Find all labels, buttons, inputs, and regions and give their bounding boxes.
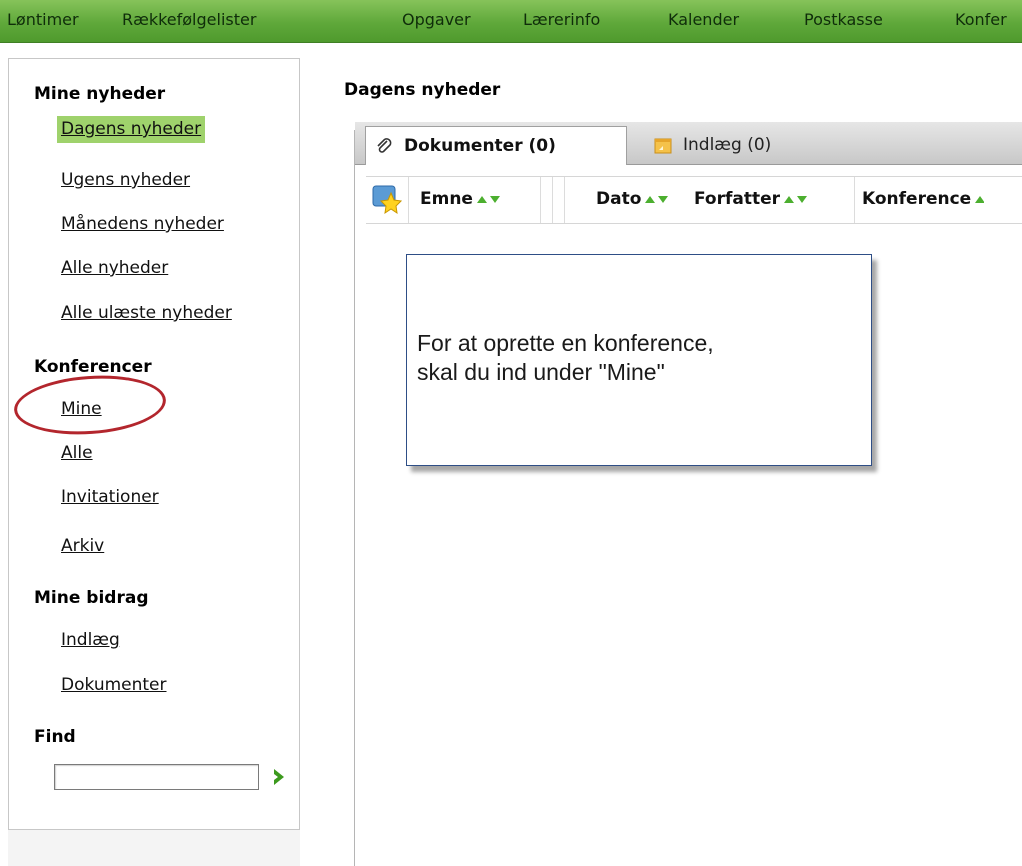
sort-arrows-icon[interactable] <box>974 189 986 209</box>
sidebar-heading-find: Find <box>34 727 76 747</box>
sidebar-link-ugens-nyheder[interactable]: Ugens nyheder <box>61 170 190 190</box>
sidebar-footer <box>8 830 300 866</box>
tab-dokumenter[interactable]: Dokumenter (0) <box>365 126 627 165</box>
table-header: Emne Dato Forfatter Konference <box>366 176 1022 224</box>
sidebar-link-indlaeg[interactable]: Indlæg <box>61 630 120 650</box>
note-icon <box>653 135 673 155</box>
sidebar-heading-news: Mine nyheder <box>34 84 166 104</box>
paperclip-icon <box>374 136 394 156</box>
nav-item-opgaver[interactable]: Opgaver <box>402 10 471 29</box>
tab-dokumenter-label: Dokumenter (0) <box>404 136 556 156</box>
tab-indlaeg[interactable]: Indlæg (0) <box>645 124 865 166</box>
nav-item-konferencer[interactable]: Konfer <box>955 10 1007 29</box>
column-konference[interactable]: Konference <box>862 189 986 209</box>
sidebar-link-mine[interactable]: Mine <box>61 399 102 419</box>
find-input[interactable] <box>54 764 259 790</box>
sidebar-heading-contributions: Mine bidrag <box>34 588 149 608</box>
sidebar-link-alle-ulaeste-nyheder[interactable]: Alle ulæste nyheder <box>61 303 232 323</box>
sort-arrows-icon[interactable] <box>644 189 670 209</box>
sidebar-link-maanedens-nyheder[interactable]: Månedens nyheder <box>61 214 224 234</box>
sidebar-heading-conferences: Konferencer <box>34 357 152 377</box>
callout-line-1: For at oprette en konference, <box>417 330 714 356</box>
sidebar-link-alle[interactable]: Alle <box>61 443 93 463</box>
column-forfatter[interactable]: Forfatter <box>694 189 809 209</box>
instruction-callout: For at oprette en konference, skal du in… <box>406 254 872 466</box>
nav-item-lontimer[interactable]: Løntimer <box>7 10 79 29</box>
top-navigation-bar: Løntimer Rækkefølgelister Opgaver Læreri… <box>0 0 1022 43</box>
tab-indlaeg-label: Indlæg (0) <box>683 135 772 155</box>
tab-bar: Dokumenter (0) Indlæg (0) <box>355 122 1022 165</box>
sidebar-link-alle-nyheder[interactable]: Alle nyheder <box>61 258 168 278</box>
sidebar-link-dagens-nyheder[interactable]: Dagens nyheder <box>57 116 206 143</box>
sort-arrows-icon[interactable] <box>783 189 809 209</box>
sidebar-link-dokumenter[interactable]: Dokumenter <box>61 675 167 695</box>
nav-item-kalender[interactable]: Kalender <box>668 10 739 29</box>
page-title: Dagens nyheder <box>344 80 501 100</box>
nav-item-laererinfo[interactable]: Lærerinfo <box>523 10 600 29</box>
callout-line-2: skal du ind under "Mine" <box>417 359 665 385</box>
callout-text: For at oprette en konference, skal du in… <box>417 329 857 387</box>
nav-item-raekkefolgelister[interactable]: Rækkefølgelister <box>122 10 256 29</box>
find-go-arrow-icon[interactable] <box>268 766 290 788</box>
content-divider <box>354 130 355 866</box>
column-dato[interactable]: Dato <box>596 189 670 209</box>
column-emne[interactable]: Emne <box>420 189 502 209</box>
nav-item-postkasse[interactable]: Postkasse <box>804 10 883 29</box>
sidebar-link-arkiv[interactable]: Arkiv <box>61 536 104 556</box>
sidebar-link-invitationer[interactable]: Invitationer <box>61 487 159 507</box>
sort-arrows-icon[interactable] <box>476 189 502 209</box>
favorite-star-icon[interactable] <box>372 185 403 219</box>
